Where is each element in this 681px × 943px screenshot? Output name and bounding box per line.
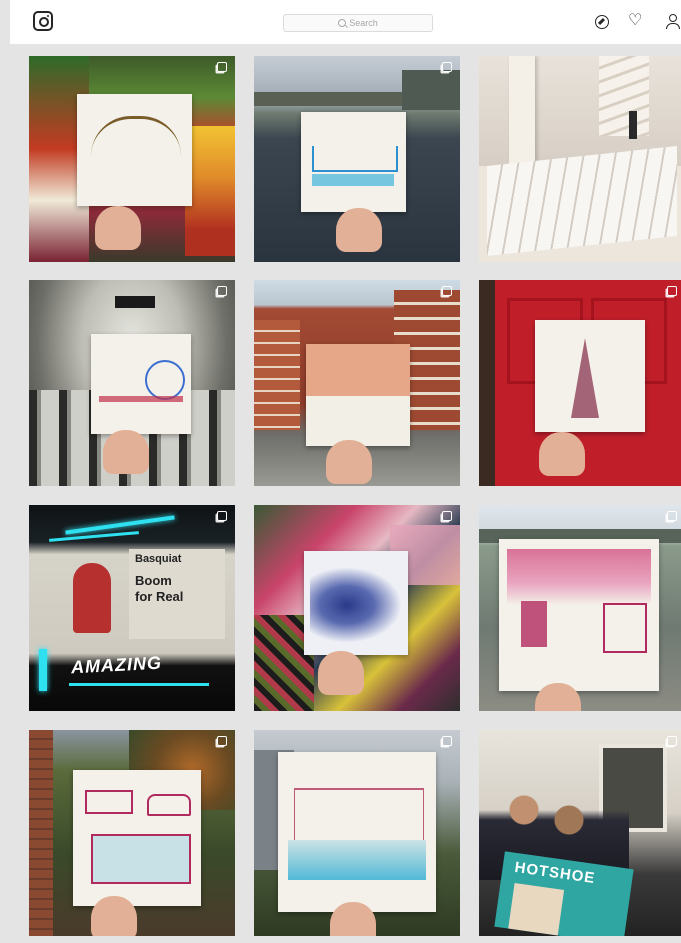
multiple-photos-icon: [442, 62, 452, 72]
post-thumbnail[interactable]: [479, 56, 681, 262]
magazine-title: HOTSHOE: [513, 858, 597, 888]
post-thumbnail[interactable]: [254, 730, 460, 936]
post-thumbnail[interactable]: Basquiat Boom for Real AMAZING: [29, 505, 235, 711]
multiple-photos-icon: [667, 736, 677, 746]
hand: [330, 902, 376, 936]
user-icon[interactable]: [666, 14, 680, 30]
hand: [326, 440, 372, 484]
post-thumbnail[interactable]: [254, 505, 460, 711]
poster-figure: [73, 563, 111, 633]
pink-ink-drawing: [507, 549, 651, 605]
pink-vehicles-drawing: [85, 790, 133, 814]
multiple-photos-icon: [217, 511, 227, 521]
hand: [318, 651, 364, 695]
post-thumbnail[interactable]: [29, 280, 235, 486]
multiple-photos-icon: [442, 736, 452, 746]
skyline-drawing: [288, 840, 426, 880]
post-thumbnail[interactable]: [254, 56, 460, 262]
post-thumbnail[interactable]: HOTSHOE: [479, 730, 681, 936]
post-thumbnail[interactable]: [29, 730, 235, 936]
hand: [91, 896, 137, 936]
heart-icon[interactable]: ♡: [628, 12, 642, 30]
tower-bridge-drawing: [312, 146, 398, 172]
instagram-logo-icon[interactable]: [33, 11, 53, 31]
hand: [336, 208, 382, 252]
multiple-photos-icon: [217, 736, 227, 746]
blue-ink-drawing: [310, 567, 402, 643]
shard-drawing: [571, 338, 599, 418]
multiple-photos-icon: [667, 511, 677, 521]
search-icon: [338, 19, 347, 27]
poster-subtitle: for Real: [135, 589, 184, 604]
poster-subtitle: Boom: [135, 573, 172, 588]
multiple-photos-icon: [217, 286, 227, 296]
exhibition-poster: Basquiat Boom for Real: [129, 549, 225, 639]
poster-title: Basquiat: [135, 553, 182, 565]
hand: [539, 432, 585, 476]
london-eye-drawing: [145, 360, 185, 400]
compass-icon[interactable]: [595, 15, 609, 29]
post-thumbnail[interactable]: [29, 56, 235, 262]
search-input[interactable]: Search: [283, 14, 433, 32]
hand: [95, 206, 141, 250]
post-thumbnail[interactable]: [254, 280, 460, 486]
search-placeholder: Search: [349, 18, 378, 28]
post-thumbnail[interactable]: [479, 280, 681, 486]
hand: [103, 430, 149, 474]
multiple-photos-icon: [442, 286, 452, 296]
post-thumbnail[interactable]: [479, 505, 681, 711]
multiple-photos-icon: [442, 511, 452, 521]
multiple-photos-icon: [667, 286, 677, 296]
top-navigation-bar: Search ♡: [10, 0, 681, 45]
graffiti-text: AMAZING: [70, 652, 163, 678]
rooftops-drawing: [306, 344, 410, 396]
multiple-photos-icon: [217, 62, 227, 72]
